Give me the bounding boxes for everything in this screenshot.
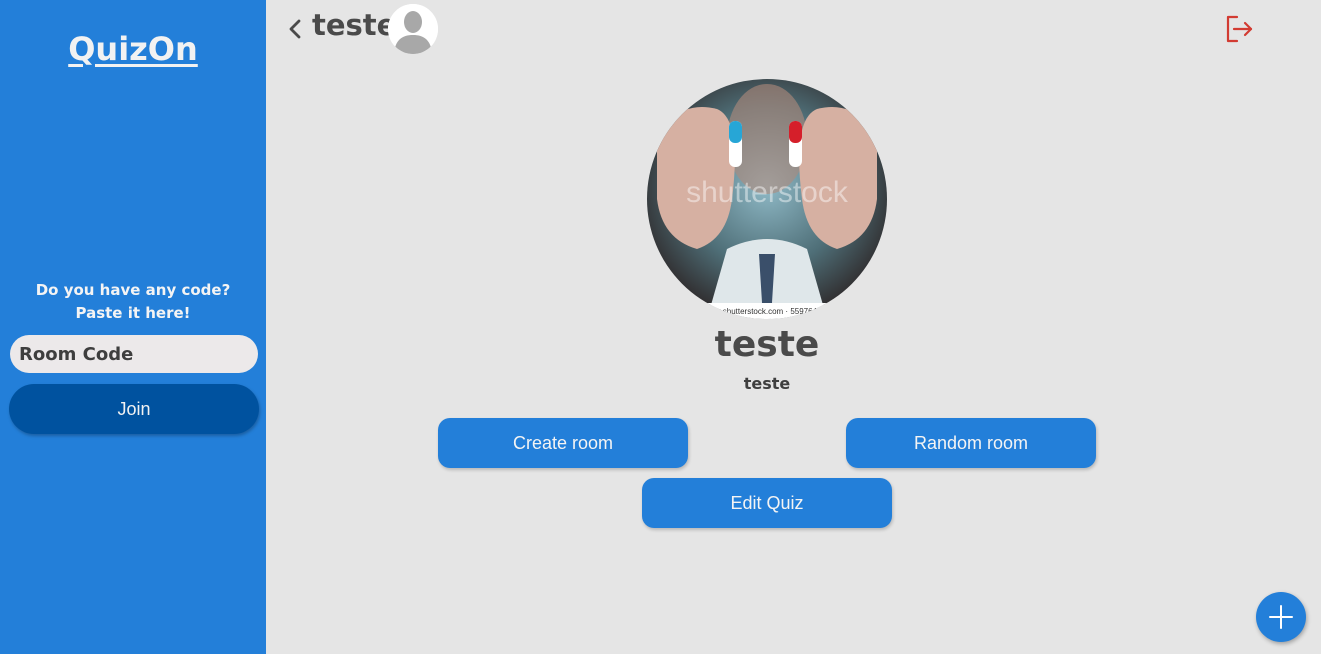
join-button[interactable]: Join [9,384,259,434]
room-code-prompt-line1: Do you have any code? [35,281,231,299]
profile-name: teste [714,324,820,365]
room-code-input[interactable] [10,335,258,373]
add-button[interactable] [1256,592,1306,642]
plus-icon [1269,605,1293,629]
watermark-url: www.shutterstock.com · 559764574 [703,307,831,316]
room-code-prompt-line2: Paste it here! [75,304,191,322]
app-logo[interactable]: QuizOn [0,30,266,68]
profile-picture: shutterstock www.shutterstock.com · 5597… [647,79,887,319]
page-title: teste [312,8,397,42]
user-silhouette-icon [388,4,438,54]
profile-photo-image: shutterstock www.shutterstock.com · 5597… [647,79,887,319]
sidebar: QuizOn Do you have any code? Paste it he… [0,0,266,654]
chevron-left-icon[interactable] [285,14,305,44]
room-code-prompt: Do you have any code? Paste it here! [0,279,266,325]
create-room-button[interactable]: Create room [438,418,688,468]
avatar[interactable] [388,4,438,54]
random-room-button[interactable]: Random room [846,418,1096,468]
logout-icon[interactable] [1223,13,1255,45]
watermark-text: shutterstock [686,176,849,209]
profile-username: teste [743,374,791,393]
edit-quiz-button[interactable]: Edit Quiz [642,478,892,528]
